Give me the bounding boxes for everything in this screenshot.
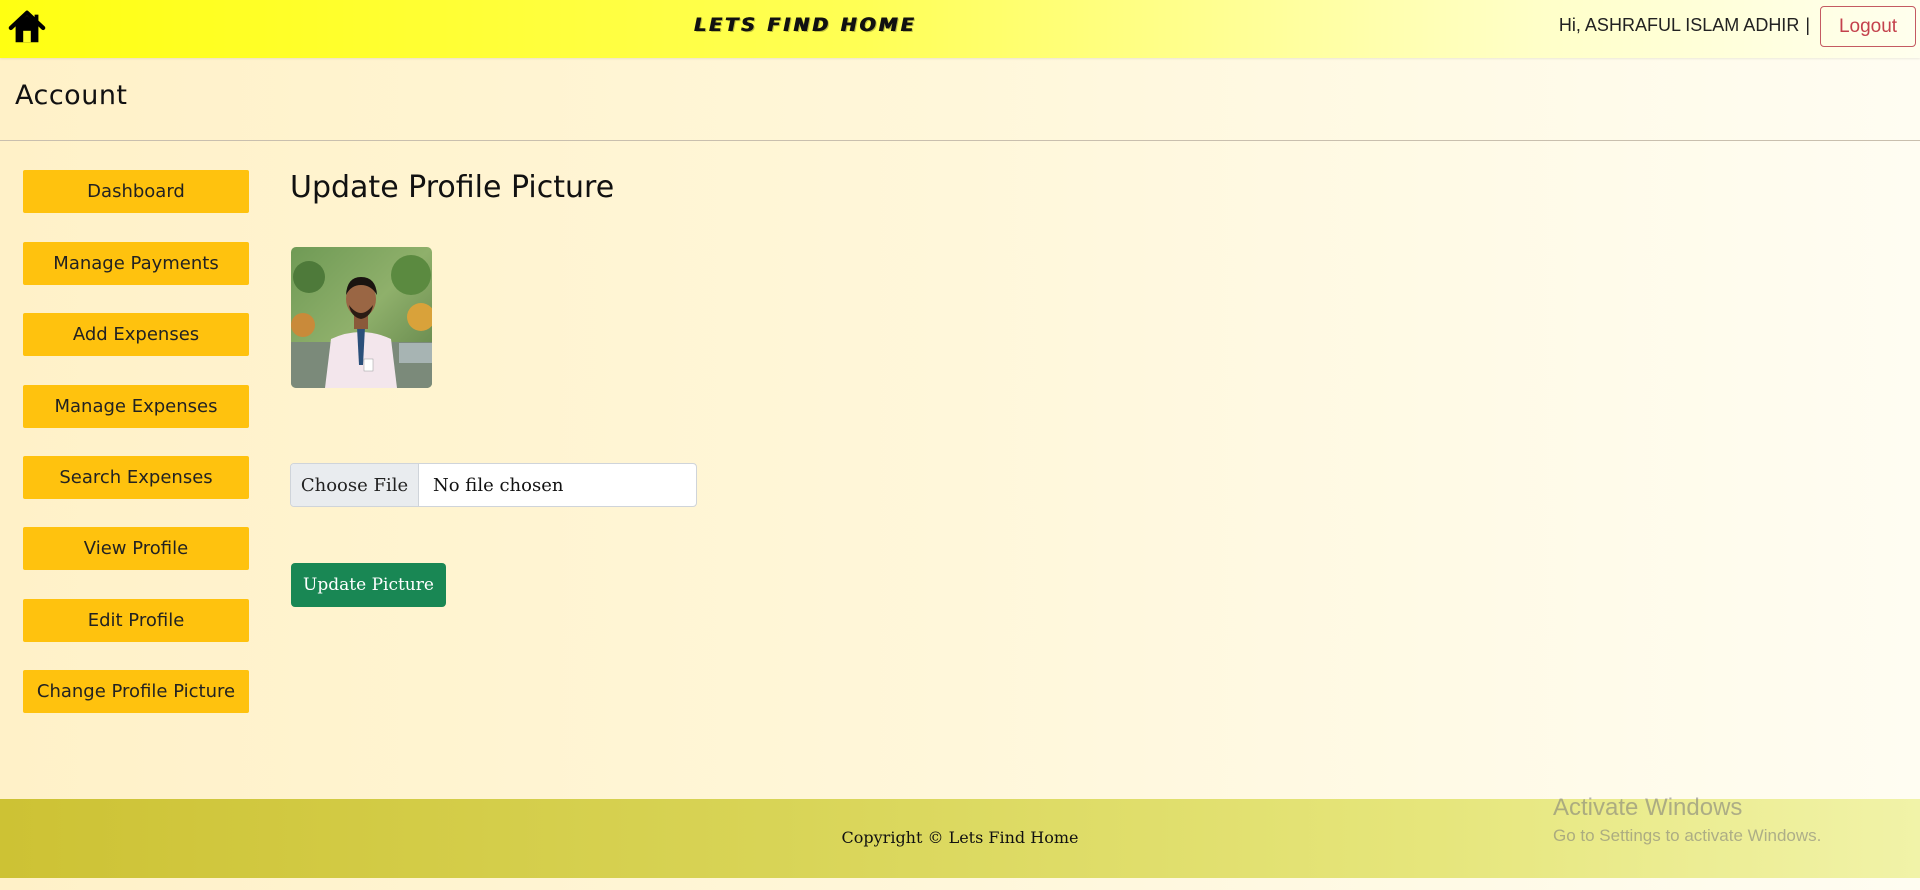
update-picture-button[interactable]: Update Picture: [291, 563, 446, 607]
page-title: Account: [15, 80, 128, 111]
sidebar-item-manage-expenses[interactable]: Manage Expenses: [23, 385, 249, 428]
title-divider: [0, 140, 1920, 141]
sidebar-item-change-profile-picture[interactable]: Change Profile Picture: [23, 670, 249, 713]
activate-windows-subtitle: Go to Settings to activate Windows.: [1553, 826, 1822, 845]
sidebar-item-edit-profile[interactable]: Edit Profile: [23, 599, 249, 642]
sidebar-item-add-expenses[interactable]: Add Expenses: [23, 313, 249, 356]
greeting-separator: |: [1805, 15, 1810, 35]
activate-windows-title: Activate Windows: [1553, 794, 1743, 821]
profile-picture-file-input[interactable]: Choose File No file chosen: [290, 463, 697, 507]
user-greeting: Hi, ASHRAFUL ISLAM ADHIR |: [1559, 15, 1810, 36]
choose-file-button[interactable]: Choose File: [291, 464, 419, 506]
file-status-text: No file chosen: [433, 474, 564, 496]
sidebar-item-manage-payments[interactable]: Manage Payments: [23, 242, 249, 285]
brand-title[interactable]: LETS FIND HOME: [690, 14, 920, 36]
sidebar-item-dashboard[interactable]: Dashboard: [23, 170, 249, 213]
sidebar-item-view-profile[interactable]: View Profile: [23, 527, 249, 570]
home-icon[interactable]: [8, 8, 46, 46]
section-title: Update Profile Picture: [290, 170, 615, 205]
profile-avatar: [291, 247, 432, 388]
logout-button[interactable]: Logout: [1820, 6, 1916, 47]
top-navbar: LETS FIND HOME Hi, ASHRAFUL ISLAM ADHIR |…: [0, 0, 1920, 58]
sidebar-item-search-expenses[interactable]: Search Expenses: [23, 456, 249, 499]
greeting-text: Hi, ASHRAFUL ISLAM ADHIR: [1558, 15, 1800, 35]
profile-photo: [291, 247, 432, 388]
